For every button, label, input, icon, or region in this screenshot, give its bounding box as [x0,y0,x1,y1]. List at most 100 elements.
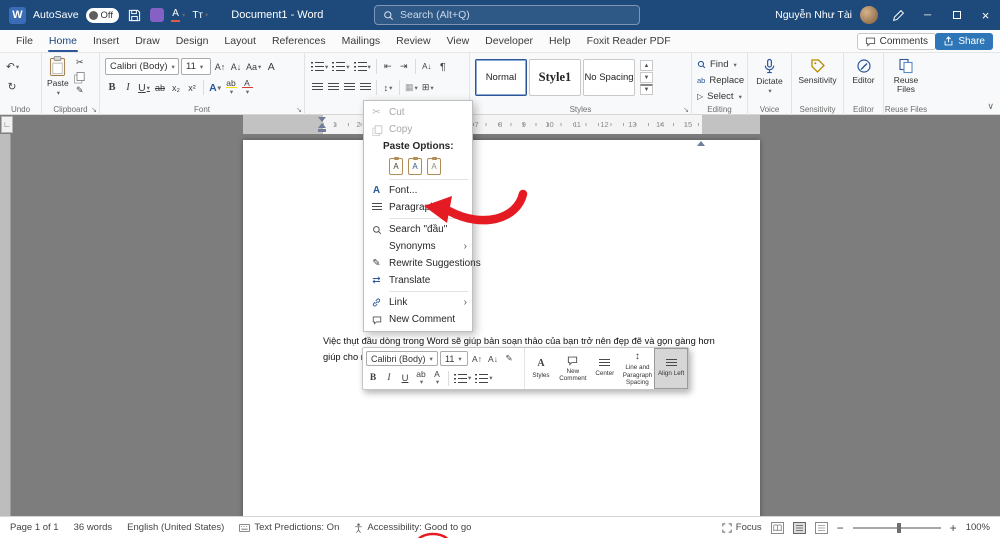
search-input[interactable] [400,9,631,21]
accessibility-indicator[interactable]: Accessibility: Good to go [354,522,471,533]
mini-italic-button[interactable]: I [382,371,396,386]
mini-font-size-select[interactable]: 11 [440,351,468,367]
mini-underline-button[interactable]: U [398,371,412,386]
styles-gallery-up-button[interactable]: ▲ [640,60,653,71]
zoom-level[interactable]: 100% [966,522,990,533]
tab-draw[interactable]: Draw [127,30,168,52]
dictate-button[interactable]: Dictate [748,53,791,95]
font-color-button[interactable]: A [240,79,254,96]
horizontal-ruler[interactable]: 123456789101112131415 [243,115,760,146]
language-indicator[interactable]: English (United States) [127,522,224,533]
comments-button[interactable]: Comments [856,33,936,50]
highlight-button[interactable]: ab [224,79,238,96]
text-effects-button[interactable]: A [208,79,222,96]
grow-font-button[interactable]: A↑ [213,58,227,75]
mini-line-spacing-button[interactable]: ↕ Line and Paragraph Spacing [621,348,654,389]
search-box[interactable] [374,5,640,25]
style-no-spacing[interactable]: No Spacing [583,59,635,96]
context-menu-translate[interactable]: ⇄ Translate [364,272,472,289]
style-style1[interactable]: Style1 [529,59,581,96]
sensitivity-button[interactable]: Sensitivity [792,53,843,85]
bold-button[interactable]: B [105,79,119,96]
copy-button[interactable] [73,71,85,84]
mini-bold-button[interactable]: B [366,371,380,386]
hanging-indent-marker[interactable] [318,123,326,128]
increase-indent-button[interactable]: ⇥ [397,58,411,75]
paste-merge-formatting-button[interactable]: A [408,156,422,175]
change-case-button[interactable]: Aa [245,58,262,75]
tab-mailings[interactable]: Mailings [334,30,389,52]
print-layout-button[interactable] [792,521,806,534]
context-menu-font[interactable]: A Font... [364,182,472,199]
context-menu-cut[interactable]: ✂ Cut [364,104,472,121]
redo-button[interactable]: ↻ [5,78,19,95]
mini-bullets-button[interactable] [453,371,472,386]
zoom-in-button[interactable]: + [950,521,957,535]
zoom-slider[interactable] [852,522,941,533]
mini-new-comment-button[interactable]: New Comment [557,348,589,389]
page-indicator[interactable]: Page 1 of 1 [10,522,59,533]
word-count[interactable]: 36 words [74,522,113,533]
tab-foxit-reader-pdf[interactable]: Foxit Reader PDF [579,30,679,52]
mini-numbering-button[interactable] [474,371,493,386]
word-logo-icon[interactable]: W [9,6,26,24]
tab-design[interactable]: Design [168,30,217,52]
share-button[interactable]: Share [935,33,993,50]
tab-references[interactable]: References [264,30,334,52]
underline-button[interactable]: U [137,79,151,96]
justify-button[interactable] [358,79,372,96]
context-menu-synonyms[interactable]: Synonyms [364,238,472,255]
paste-keep-text-only-button[interactable]: A [427,156,441,175]
reuse-files-button[interactable]: Reuse Files [884,53,928,95]
multilevel-list-button[interactable] [353,58,372,75]
tab-insert[interactable]: Insert [85,30,127,52]
tab-file[interactable]: File [8,30,41,52]
show-formatting-marks-button[interactable]: ¶ [436,58,450,75]
font-name-select[interactable]: Calibri (Body) [105,58,179,75]
context-menu-copy[interactable]: Copy [364,121,472,138]
context-menu-link[interactable]: Link [364,294,472,311]
quick-access-change-case-button[interactable]: Tт [192,10,208,21]
indent-markers[interactable] [318,117,326,132]
line-spacing-button[interactable]: ↕ [381,79,395,96]
tab-view[interactable]: View [439,30,478,52]
font-dialog-launcher[interactable] [296,106,302,114]
context-menu-search[interactable]: Search "đầu" [364,221,472,238]
tab-help[interactable]: Help [541,30,579,52]
styles-dialog-launcher[interactable] [683,106,689,114]
zoom-out-button[interactable]: − [837,521,844,535]
borders-button[interactable]: ⊞ [421,79,435,96]
select-button[interactable]: ▷ Select [697,90,744,103]
paste-button[interactable]: Paste [47,56,69,97]
minimize-button[interactable]: ─ [913,0,942,30]
tab-stop-selector[interactable]: ∟ [1,116,13,133]
avatar[interactable] [860,6,878,24]
text-predictions-indicator[interactable]: Text Predictions: On [239,522,339,533]
format-painter-button[interactable]: ✎ [73,85,87,96]
autosave-toggle[interactable]: Off [85,7,120,23]
first-line-indent-marker[interactable] [318,117,326,122]
ink-quick-access-icon[interactable] [150,8,165,22]
close-button[interactable]: × [971,0,1000,30]
mini-styles-button[interactable]: A Styles [525,348,557,389]
align-center-button[interactable] [326,79,340,96]
left-indent-marker[interactable] [318,129,326,132]
replace-button[interactable]: ab Replace [697,74,744,87]
document-page[interactable]: Việc thụt đầu dòng trong Word sẽ giúp bả… [243,140,760,516]
vertical-ruler[interactable] [0,134,11,516]
mini-center-button[interactable]: Center [589,348,621,389]
ribbon-display-options-icon[interactable] [890,7,907,24]
context-menu-new-comment[interactable]: New Comment [364,311,472,328]
tab-review[interactable]: Review [388,30,438,52]
user-name[interactable]: Nguyễn Như Tài [775,9,852,21]
cut-button[interactable]: ✂ [73,57,87,68]
sort-button[interactable]: A↓ [420,58,434,75]
tab-layout[interactable]: Layout [216,30,264,52]
italic-button[interactable]: I [121,79,135,96]
context-menu-paragraph[interactable]: Paragraph... [364,199,472,216]
clipboard-dialog-launcher[interactable] [91,106,97,114]
numbering-button[interactable] [331,58,350,75]
context-menu-rewrite-suggestions[interactable]: ✎ Rewrite Suggestions [364,255,480,272]
tab-developer[interactable]: Developer [477,30,541,52]
undo-button[interactable]: ↶ [5,58,20,75]
